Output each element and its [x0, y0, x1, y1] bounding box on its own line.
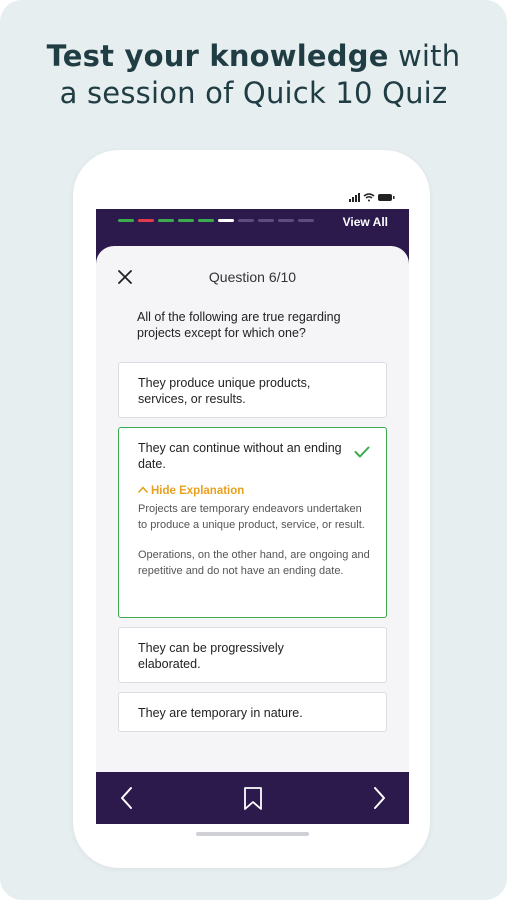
- promo-headline: Test your knowledge with a session of Qu…: [0, 38, 507, 112]
- answer-option-1[interactable]: They produce unique products, services, …: [118, 362, 387, 418]
- answer-option-label: They can be progressively elaborated.: [138, 641, 284, 671]
- explanation-text: Projects are temporary endeavors underta…: [138, 502, 374, 579]
- answer-option-3[interactable]: They can be progressively elaborated.: [118, 627, 387, 683]
- explanation-paragraph-1: Projects are temporary endeavors underta…: [138, 503, 365, 531]
- headline-strong: Test your knowledge: [46, 39, 389, 73]
- progress-segment-correct: [118, 219, 134, 222]
- progress-segment-pending: [258, 219, 274, 222]
- progress-segment-correct: [158, 219, 174, 222]
- hide-explanation-toggle[interactable]: Hide Explanation: [138, 483, 244, 499]
- answer-option-4[interactable]: They are temporary in nature.: [118, 692, 387, 732]
- view-all-button[interactable]: View All: [343, 215, 388, 229]
- progress-segment-wrong: [138, 219, 154, 222]
- app-screen: View All Question 6/10 All of the follow…: [96, 209, 409, 824]
- bottom-navigation: [96, 772, 409, 824]
- wifi-icon: [363, 193, 375, 202]
- answer-option-label: They are temporary in nature.: [138, 706, 303, 720]
- question-sheet: Question 6/10 All of the following are t…: [96, 246, 409, 772]
- answer-option-label: They can continue without an ending date…: [138, 441, 342, 471]
- chevron-right-icon[interactable]: [367, 785, 391, 811]
- headline-line2: a session of Quick 10 Quiz: [59, 76, 448, 110]
- progress-segment-current: [218, 219, 234, 222]
- answer-option-label: They produce unique products, services, …: [138, 376, 311, 406]
- home-indicator: [196, 832, 309, 836]
- status-bar: [96, 183, 409, 209]
- status-icons: [349, 188, 395, 207]
- headline-rest: with: [388, 39, 461, 73]
- question-text: All of the following are true regarding …: [137, 310, 341, 340]
- hide-explanation-label: Hide Explanation: [151, 485, 245, 497]
- explanation-paragraph-2: Operations, on the other hand, are ongoi…: [138, 549, 370, 577]
- chevron-left-icon[interactable]: [115, 785, 139, 811]
- battery-icon: [378, 194, 395, 201]
- progress-segment-pending: [238, 219, 254, 222]
- progress-segment-pending: [278, 219, 294, 222]
- chevron-up-icon: [138, 486, 148, 493]
- progress-segment-correct: [178, 219, 194, 222]
- question-counter: Question 6/10: [208, 269, 297, 285]
- progress-segment-pending: [298, 219, 314, 222]
- progress-segment-correct: [198, 219, 214, 222]
- answer-option-2[interactable]: They can continue without an ending date…: [118, 427, 387, 618]
- bookmark-icon[interactable]: [241, 785, 265, 811]
- signal-icon: [349, 193, 360, 202]
- check-icon: [354, 446, 370, 458]
